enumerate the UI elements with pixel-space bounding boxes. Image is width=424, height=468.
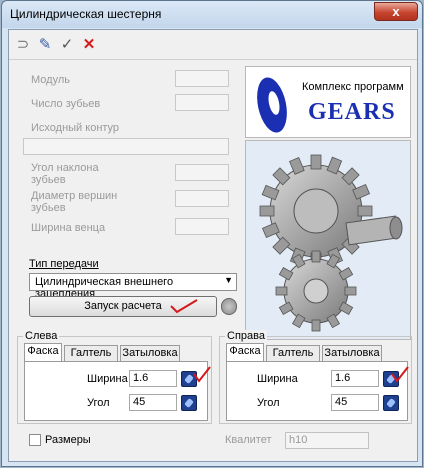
transmission-type-label: Тип передачи [29, 258, 99, 270]
tab-fillet-left[interactable]: Галтель [64, 345, 118, 362]
face-width-input[interactable] [175, 218, 229, 235]
dialog-window: Цилиндрическая шестерня x ⊃ ✎ ✓ ✕ Модуль… [1, 0, 423, 467]
right-chamfer-group: Справа Фаска Галтель Затыловка Ширина 1.… [219, 330, 412, 424]
module-label: Модуль [31, 74, 70, 86]
red-check-annotation-icon [170, 299, 198, 314]
helix-angle-label: Угол наклона [31, 162, 99, 174]
tip-diameter-label-2: зубьев [31, 202, 66, 214]
transmission-type-select[interactable]: Цилиндрическая внешнего зацепления ▼ [29, 273, 237, 300]
tab-relief-right[interactable]: Затыловка [322, 345, 382, 362]
run-calculation-label: Запуск расчета [84, 300, 162, 312]
title-bar: Цилиндрическая шестерня x [2, 1, 422, 28]
left-width-value: 1.6 [133, 372, 149, 384]
tab-chamfer-right[interactable]: Фаска [226, 343, 264, 362]
gears-logo-icon [257, 77, 287, 133]
close-button[interactable]: x [374, 2, 418, 21]
helix-angle-label-2: зубьев [31, 174, 66, 186]
cross-icon[interactable]: ✕ [79, 35, 99, 55]
settings-icon[interactable] [221, 298, 237, 315]
edit-icon[interactable]: ✎ [35, 35, 55, 55]
logo-name: GEARS [308, 99, 396, 125]
left-angle-input[interactable]: 45 [129, 394, 177, 411]
left-width-input[interactable]: 1.6 [129, 370, 177, 387]
left-angle-label: Угол [87, 397, 110, 409]
right-tab-panel: Ширина 1.6 Угол 45 [226, 361, 409, 421]
right-width-value: 1.6 [335, 372, 351, 384]
right-angle-pick-icon[interactable] [383, 395, 399, 411]
left-group-title: Слева [23, 330, 60, 342]
left-angle-value: 45 [133, 396, 146, 408]
gear-parameters-panel: Модуль Число зубьев Исходный контур Угол… [17, 64, 245, 278]
chevron-down-icon[interactable]: ▼ [224, 275, 233, 285]
teeth-input[interactable] [175, 94, 229, 111]
sizes-checkbox[interactable] [29, 434, 41, 446]
window-title: Цилиндрическая шестерня [10, 7, 162, 21]
arrow-icon[interactable]: ⊃ [13, 35, 33, 55]
quality-input[interactable]: h10 [285, 432, 369, 449]
left-tab-panel: Ширина 1.6 Угол 45 [24, 361, 211, 421]
toolbar: ⊃ ✎ ✓ ✕ [9, 30, 417, 60]
left-red-check-icon [193, 366, 211, 383]
tip-diameter-label: Диаметр вершин [31, 190, 118, 202]
helix-angle-input[interactable] [175, 164, 229, 181]
dialog-client: ⊃ ✎ ✓ ✕ Модуль Число зубьев Исходный кон… [8, 29, 418, 462]
tab-chamfer-left[interactable]: Фаска [24, 343, 62, 362]
right-group-title: Справа [225, 330, 267, 342]
profile-label: Исходный контур [31, 122, 120, 134]
gear-preview [245, 140, 411, 340]
right-width-label: Ширина [257, 373, 298, 385]
face-width-label: Ширина венца [31, 222, 106, 234]
right-angle-input[interactable]: 45 [331, 394, 379, 411]
left-chamfer-group: Слева Фаска Галтель Затыловка Ширина 1.6… [17, 330, 212, 424]
teeth-label: Число зубьев [31, 98, 101, 110]
left-width-label: Ширина [87, 373, 128, 385]
gear-illustration [259, 154, 403, 332]
sizes-label: Размеры [45, 434, 91, 446]
logo-subtitle: Комплекс программ [302, 81, 404, 93]
checkmark-icon[interactable]: ✓ [57, 35, 77, 55]
right-width-input[interactable]: 1.6 [331, 370, 379, 387]
tab-relief-left[interactable]: Затыловка [120, 345, 180, 362]
quality-value: h10 [289, 434, 308, 446]
module-input[interactable] [175, 70, 229, 87]
profile-input[interactable] [23, 138, 229, 155]
right-angle-value: 45 [335, 396, 348, 408]
gears-logo: Комплекс программ GEARS [245, 66, 411, 138]
right-red-check-icon [391, 366, 409, 383]
tip-diameter-input[interactable] [175, 190, 229, 207]
tab-fillet-right[interactable]: Галтель [266, 345, 320, 362]
right-angle-label: Угол [257, 397, 280, 409]
left-angle-pick-icon[interactable] [181, 395, 197, 411]
quality-label: Квалитет [225, 434, 272, 446]
